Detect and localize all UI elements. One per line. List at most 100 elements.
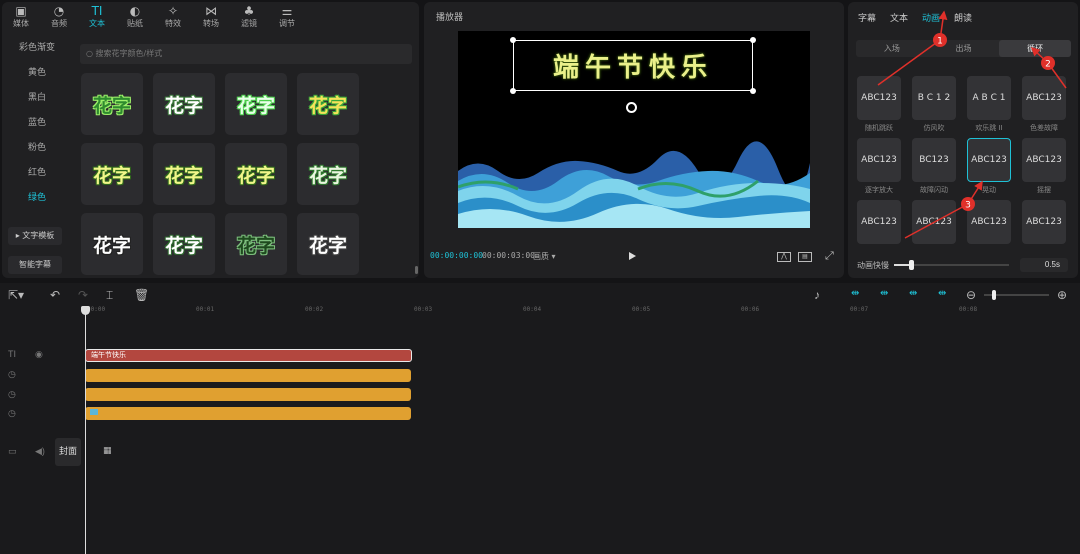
flower-text-tile[interactable]: 花字	[225, 213, 287, 275]
tab-filter[interactable]: ♣ 滤镜	[230, 2, 268, 32]
mute-icon[interactable]: ◀)	[35, 446, 45, 457]
category-item[interactable]: 黑白	[2, 86, 72, 111]
flower-text-tile[interactable]: 花字	[225, 143, 287, 205]
segment-option[interactable]: 循环	[999, 40, 1072, 57]
resize-handle-bl[interactable]	[510, 88, 516, 94]
ruler-tick: 00:02	[305, 306, 324, 313]
animation-preset[interactable]: ABC123	[967, 138, 1011, 182]
playhead[interactable]	[85, 307, 86, 554]
linkage-icon[interactable]: ⇹	[938, 288, 946, 299]
tab-text[interactable]: TI 文本	[78, 2, 116, 32]
preview-axis-icon[interactable]: ⇹	[909, 288, 917, 299]
resize-handle-tl[interactable]	[510, 37, 516, 43]
animation-preset[interactable]: ABC123	[857, 76, 901, 120]
zoom-slider[interactable]	[984, 290, 1049, 300]
category-item[interactable]: 蓝色	[2, 111, 72, 136]
ratio-icon[interactable]: ▤	[798, 252, 812, 262]
tab-audio[interactable]: ◔ 音频	[40, 2, 78, 32]
animation-preset[interactable]: ABC123	[1022, 200, 1066, 244]
flower-text-tile[interactable]: 花字	[153, 213, 215, 275]
zoom-in-icon[interactable]: ⊕	[1057, 288, 1067, 302]
playhead-handle[interactable]	[81, 306, 90, 315]
animation-preset[interactable]: ABC123	[857, 138, 901, 182]
resize-handle-br[interactable]	[750, 88, 756, 94]
tab-media[interactable]: ▣ 媒体	[2, 2, 40, 32]
track-visibility-icon[interactable]: ◉	[35, 349, 43, 360]
animation-preset[interactable]: A B C 1	[967, 76, 1011, 120]
speed-value[interactable]: 0.5s	[1020, 258, 1068, 272]
split-icon[interactable]: ⌶	[106, 288, 113, 303]
flower-text-tile[interactable]: 花字	[81, 213, 143, 275]
search-input[interactable]: ○ 搜索花字颜色/样式	[80, 44, 412, 64]
segment-option[interactable]: 入场	[856, 40, 928, 57]
segment-option[interactable]: 出场	[928, 40, 1000, 57]
resize-handle-tr[interactable]	[750, 37, 756, 43]
clip-thumbnail	[90, 409, 98, 415]
speed-slider-track[interactable]	[894, 260, 1009, 270]
tab-adjust[interactable]: ⚌ 调节	[268, 2, 306, 32]
category-item[interactable]: 粉色	[2, 136, 72, 161]
total-time: 00:00:03:00	[482, 251, 535, 260]
inspector-tab[interactable]: 朗读	[954, 11, 972, 24]
tab-effects[interactable]: ✧ 特效	[154, 2, 192, 32]
search-placeholder: 搜索花字颜色/样式	[95, 49, 163, 58]
text-clip[interactable]: 端午节快乐	[85, 349, 412, 362]
animation-preset[interactable]: ABC123	[912, 200, 956, 244]
category-item[interactable]: 彩色渐变	[2, 36, 72, 61]
flower-text-tile[interactable]: 花字	[297, 213, 359, 275]
inspector-tab[interactable]: 字幕	[858, 11, 876, 24]
text-template-button[interactable]: ▸ 文字模板	[8, 227, 62, 245]
inspector-tab[interactable]: 文本	[890, 11, 908, 24]
zoom-thumb[interactable]	[992, 290, 996, 300]
inspector-tab[interactable]: 动画	[922, 11, 940, 24]
microphone-icon[interactable]: ♪	[814, 288, 820, 302]
zoom-out-icon[interactable]: ⊖	[966, 288, 976, 302]
text-icon: TI	[91, 4, 103, 18]
delete-icon[interactable]: 🗑	[134, 288, 149, 302]
select-tool-icon[interactable]: ⇱▾	[8, 288, 24, 302]
redo-icon[interactable]: ↷	[78, 288, 88, 302]
ruler-tick: 00:03	[414, 306, 433, 313]
animation-preset[interactable]: ABC123	[1022, 76, 1066, 120]
flower-text-tile[interactable]: 花字	[153, 73, 215, 135]
category-item[interactable]: 绿色	[2, 186, 72, 211]
flower-text-tile[interactable]: 花字	[81, 143, 143, 205]
effect-clip[interactable]	[85, 388, 411, 401]
rotate-icon[interactable]	[626, 102, 637, 113]
flower-text-tile[interactable]: 花字	[225, 73, 287, 135]
fullscreen-icon[interactable]: ⤢	[825, 250, 834, 263]
animation-preset[interactable]: ABC123	[967, 200, 1011, 244]
player-header: 播放器	[436, 13, 464, 23]
time-ruler[interactable]: 00:00 00:01 00:02 00:03 00:04 00:05 00:06 00:07…	[85, 306, 1080, 316]
tab-sticker[interactable]: ◐ 贴纸	[116, 2, 154, 32]
smart-subtitle-button[interactable]: 智能字幕	[8, 256, 62, 274]
tab-transition[interactable]: ⋈ 转场	[192, 2, 230, 32]
effect-clip[interactable]	[85, 407, 411, 420]
animation-preset[interactable]: BC123	[912, 138, 956, 182]
flower-text-tile[interactable]: 花字	[81, 73, 143, 135]
undo-icon[interactable]: ↶	[50, 288, 60, 302]
animation-preset[interactable]: B C 1 2	[912, 76, 956, 120]
speed-slider-thumb[interactable]	[909, 260, 915, 270]
category-item[interactable]: 黄色	[2, 61, 72, 86]
category-item[interactable]: 红色	[2, 161, 72, 186]
play-icon[interactable]	[629, 252, 636, 260]
animation-preset[interactable]: ABC123	[857, 200, 901, 244]
video-preview[interactable]: 端午节快乐	[458, 31, 810, 228]
animation-preset-label: 晃动	[982, 186, 996, 194]
waveform-icon[interactable]: ⋀	[777, 252, 791, 262]
quality-dropdown[interactable]: 画质 ▾	[533, 251, 556, 262]
flower-text-grid: 花字 花字 花字 花字 花字 花字 花字 花字 花字 花字 花字 花字	[81, 73, 411, 278]
text-selection-box[interactable]: 端午节快乐	[510, 37, 756, 94]
flower-text-tile[interactable]: 花字	[297, 143, 359, 205]
flower-text-tile[interactable]: 花字	[297, 73, 359, 135]
flower-text-tile[interactable]: 花字	[153, 143, 215, 205]
animation-preset[interactable]: ABC123	[1022, 138, 1066, 182]
scrollbar[interactable]	[415, 266, 418, 274]
video-track-icon: ▭	[8, 446, 17, 456]
snap-icon[interactable]: ⇹	[880, 288, 888, 299]
cover-button[interactable]: 封面	[55, 438, 81, 466]
ruler-tick: 00:04	[523, 306, 542, 313]
effect-clip[interactable]	[85, 369, 411, 382]
link-icon[interactable]: ⇹	[851, 288, 859, 299]
